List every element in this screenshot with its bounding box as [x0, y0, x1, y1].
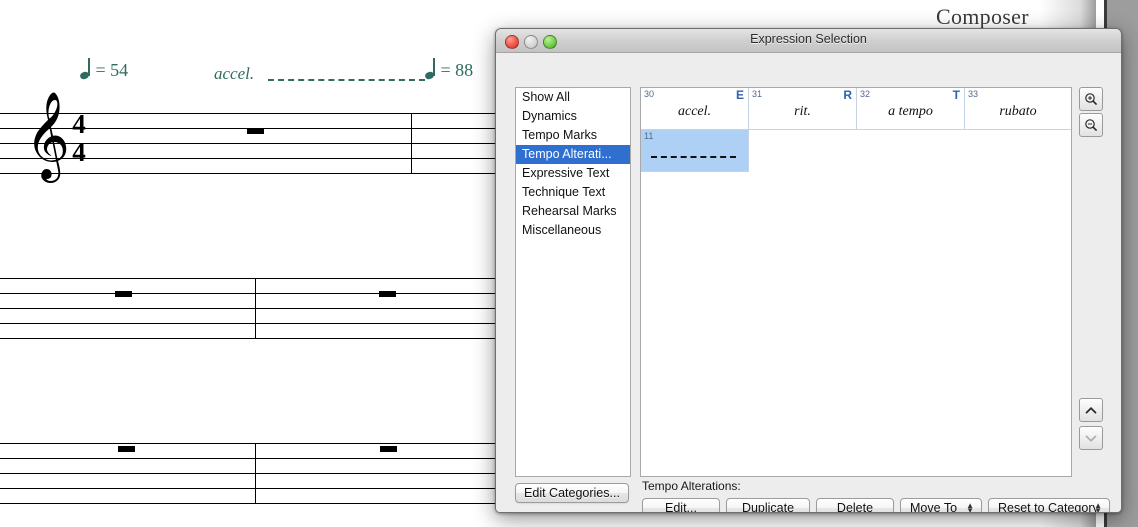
expression-accel-label: accel.: [214, 64, 254, 83]
cell-expression: rit.: [749, 104, 856, 120]
time-signature-bottom: 4: [64, 140, 94, 166]
move-to-label: Move To: [910, 501, 957, 513]
quarter-note-icon-2: [425, 60, 436, 80]
tempo-equals-1: =: [96, 60, 106, 80]
scroll-down-chevron-icon[interactable]: [1079, 426, 1103, 450]
dialog-title: Expression Selection: [496, 32, 1121, 46]
dashed-line-icon: [651, 156, 736, 158]
reset-to-category-dropdown[interactable]: Reset to Category ▲▼: [988, 498, 1110, 513]
category-item-show-all[interactable]: Show All: [516, 88, 630, 107]
reset-to-category-label: Reset to Category: [998, 501, 1099, 513]
edit-categories-button[interactable]: Edit Categories...: [515, 483, 629, 503]
time-signature-top: 4: [64, 112, 94, 138]
cell-expression: accel.: [641, 104, 748, 120]
dialog-body: Show All Dynamics Tempo Marks Tempo Alte…: [496, 53, 1121, 513]
cell-number: 32: [860, 89, 870, 99]
category-item-tempo-marks[interactable]: Tempo Marks: [516, 126, 630, 145]
barline: [255, 278, 256, 339]
category-item-dynamics[interactable]: Dynamics: [516, 107, 630, 126]
expression-grid[interactable]: 30 E accel. 31 R rit. 32 T a tempo 33: [640, 87, 1072, 477]
delete-button[interactable]: Delete: [816, 498, 894, 513]
barline: [255, 443, 256, 504]
dialog-titlebar[interactable]: Expression Selection: [496, 29, 1121, 53]
stepper-icon: ▲▼: [966, 503, 974, 513]
tempo-mark-88[interactable]: = 88: [425, 60, 473, 81]
cell-shortcut: E: [736, 88, 744, 102]
tempo-equals-2: =: [441, 60, 451, 80]
expression-selection-dialog[interactable]: Expression Selection Show All Dynamics T…: [495, 28, 1122, 513]
cell-expression: rubato: [965, 104, 1071, 120]
cell-number: 33: [968, 89, 978, 99]
scroll-up-chevron-icon[interactable]: [1079, 398, 1103, 422]
expression-cell-30[interactable]: 30 E accel.: [641, 88, 749, 130]
zoom-in-icon[interactable]: [1079, 87, 1103, 111]
expression-cell-31[interactable]: 31 R rit.: [749, 88, 857, 130]
whole-rest[interactable]: [247, 128, 264, 134]
duplicate-button[interactable]: Duplicate: [726, 498, 810, 513]
cell-shortcut: R: [843, 88, 852, 102]
category-item-technique-text[interactable]: Technique Text: [516, 183, 630, 202]
tempo-mark-54[interactable]: = 54: [80, 60, 128, 81]
edit-button[interactable]: Edit...: [642, 498, 720, 513]
cell-number: 11: [644, 131, 653, 141]
cell-shortcut: T: [953, 88, 960, 102]
whole-rest[interactable]: [115, 291, 132, 297]
expression-cell-11-selected[interactable]: 11: [641, 130, 749, 172]
whole-rest[interactable]: [379, 291, 396, 297]
whole-rest[interactable]: [380, 446, 397, 452]
category-list[interactable]: Show All Dynamics Tempo Marks Tempo Alte…: [515, 87, 631, 477]
cell-expression: a tempo: [857, 104, 964, 120]
tempo-value-1: 54: [110, 60, 128, 80]
barline: [411, 113, 412, 174]
accel-dashed-line: [268, 79, 425, 81]
expression-accel[interactable]: accel.: [214, 64, 254, 84]
whole-rest[interactable]: [118, 446, 135, 452]
category-item-miscellaneous[interactable]: Miscellaneous: [516, 221, 630, 240]
category-item-expressive-text[interactable]: Expressive Text: [516, 164, 630, 183]
category-item-rehearsal-marks[interactable]: Rehearsal Marks: [516, 202, 630, 221]
zoom-out-icon[interactable]: [1079, 113, 1103, 137]
section-label: Tempo Alterations:: [642, 479, 741, 493]
category-item-tempo-alterations[interactable]: Tempo Alterati...: [516, 145, 630, 164]
score-title: Composer: [936, 4, 1029, 30]
expression-cell-33[interactable]: 33 rubato: [965, 88, 1071, 130]
stepper-icon: ▲▼: [1094, 503, 1102, 513]
expression-cell-32[interactable]: 32 T a tempo: [857, 88, 965, 130]
quarter-note-icon: [80, 60, 91, 80]
cell-number: 31: [752, 89, 762, 99]
cell-number: 30: [644, 89, 654, 99]
move-to-dropdown[interactable]: Move To ▲▼: [900, 498, 982, 513]
tempo-value-2: 88: [455, 60, 473, 80]
